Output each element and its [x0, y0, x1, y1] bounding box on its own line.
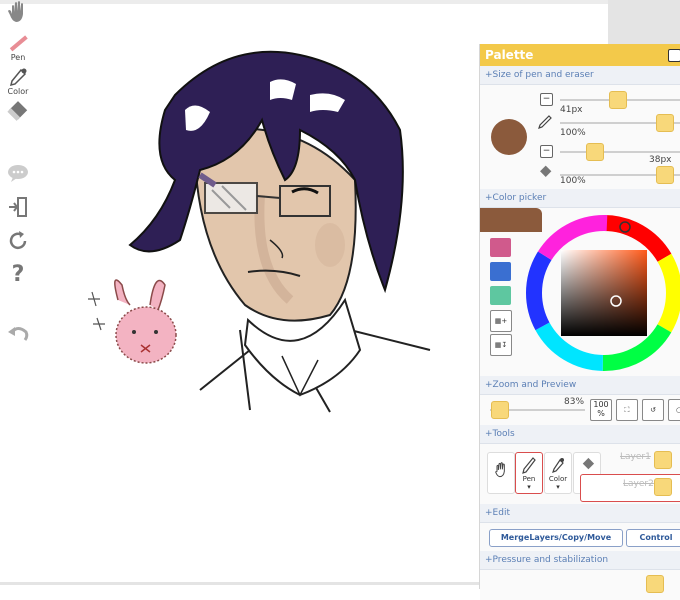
- pen-tool-box[interactable]: Pen ▾: [515, 452, 543, 494]
- swatch-settings-icon[interactable]: ▦↧: [490, 334, 512, 356]
- exit-tool[interactable]: [4, 196, 32, 218]
- pen-small-icon: [522, 457, 536, 474]
- magnifier-icon[interactable]: ○: [668, 399, 680, 421]
- swatch-teal[interactable]: [490, 286, 511, 305]
- hand-tool-box[interactable]: [487, 452, 515, 494]
- exit-door-icon: [9, 197, 27, 217]
- palette-header[interactable]: Palette: [480, 44, 680, 66]
- zoom-slider[interactable]: [491, 401, 509, 419]
- hand-small-icon: [495, 462, 505, 478]
- eraser-tool[interactable]: [4, 100, 32, 124]
- undo-tool[interactable]: [4, 322, 32, 344]
- pencil-icon: [538, 115, 552, 129]
- eraser-opacity-value: 100%: [560, 176, 586, 186]
- color-tool-box-label: Color: [548, 475, 568, 483]
- control-button[interactable]: Control: [626, 529, 680, 547]
- layer-2-opacity-slider[interactable]: [654, 478, 672, 496]
- eraser-small-icon: [540, 165, 552, 177]
- eyedropper-small-icon: [552, 458, 564, 473]
- pen-opacity-slider[interactable]: [656, 114, 674, 132]
- reload-icon: [9, 231, 27, 250]
- palette-panel: Palette +Size of pen and eraser − 41px 1…: [479, 44, 680, 600]
- zoom-section: 83% 100 % ⛶ ↺ ○: [480, 395, 680, 425]
- layer-2-label: Layer2: [623, 479, 654, 489]
- zoom-reset-button[interactable]: 100 %: [590, 399, 612, 421]
- merge-layers-button[interactable]: MergeLayers/Copy/Move: [489, 529, 623, 547]
- color-picker-section-title[interactable]: +Color picker: [480, 189, 680, 208]
- color-dropdown-icon: ▾: [556, 483, 560, 491]
- speech-bubble-icon: [8, 165, 28, 182]
- pen-tool[interactable]: Pen: [4, 34, 32, 62]
- pen-size-value: 41px: [560, 105, 583, 115]
- eraser-opacity-slider[interactable]: [656, 166, 674, 184]
- pen-dropdown-icon: ▾: [527, 483, 531, 491]
- eraser-size-value: 38px: [649, 155, 672, 165]
- comment-tool[interactable]: [4, 162, 32, 184]
- eraser-size-track: [560, 151, 680, 153]
- eraser-size-slider[interactable]: [586, 143, 604, 161]
- tools-section-title[interactable]: +Tools: [480, 425, 680, 444]
- color-tool[interactable]: Color: [4, 68, 32, 96]
- size-section-title[interactable]: +Size of pen and eraser: [480, 66, 680, 85]
- current-color-circle: [491, 119, 527, 155]
- help-tool[interactable]: ?: [4, 262, 32, 287]
- layer-1-row[interactable]: Layer1: [620, 452, 651, 470]
- drawing-canvas[interactable]: [80, 40, 460, 420]
- reload-tool[interactable]: [4, 229, 32, 253]
- tools-section: Pen ▾ Color ▾ ● ▾ Layer1 Layer2: [480, 444, 680, 504]
- undo-icon: [8, 327, 29, 341]
- layer-1-opacity-slider[interactable]: [654, 451, 672, 469]
- pressure-section-title[interactable]: +Pressure and stabilization: [480, 551, 680, 570]
- layer-2-row[interactable]: Layer2: [623, 479, 654, 497]
- swatch-blue[interactable]: [490, 262, 511, 281]
- color-picker-section: ▦+ ▦↧: [480, 208, 680, 376]
- pen-tool-box-label: Pen: [522, 475, 536, 483]
- layer-1-label: Layer1: [620, 452, 651, 462]
- zoom-value: 83%: [564, 397, 585, 407]
- pen-size-decrease-button[interactable]: −: [540, 93, 553, 106]
- color-tool-label: Color: [7, 87, 29, 96]
- eraser-icon: [7, 101, 28, 121]
- palette-minimize-icon[interactable]: [668, 49, 680, 62]
- edit-section: MergeLayers/Copy/Move Control: [480, 523, 680, 551]
- zoom-section-title[interactable]: +Zoom and Preview: [480, 376, 680, 395]
- palette-title: Palette: [485, 48, 534, 62]
- hand-tool[interactable]: [4, 0, 32, 24]
- help-icon: ?: [11, 262, 25, 287]
- pen-size-slider[interactable]: [609, 91, 627, 109]
- hand-icon: [8, 1, 23, 22]
- color-wheel[interactable]: [524, 213, 680, 373]
- eraser-small-icon-2: [582, 457, 595, 470]
- left-toolbar: Pen Color ?: [0, 0, 38, 585]
- rotate-icon[interactable]: ↺: [642, 399, 664, 421]
- top-strip: [0, 0, 608, 4]
- edit-section-title[interactable]: +Edit: [480, 504, 680, 523]
- swatch-pink[interactable]: [490, 238, 511, 257]
- fit-screen-icon[interactable]: ⛶: [616, 399, 638, 421]
- pressure-slider[interactable]: [646, 575, 664, 593]
- pressure-section: [480, 570, 680, 600]
- bunny-drawing: [88, 279, 177, 364]
- eyedropper-icon: [9, 68, 27, 87]
- eraser-size-decrease-button[interactable]: −: [540, 145, 553, 158]
- pen-icon: [9, 35, 28, 52]
- pen-opacity-value: 100%: [560, 128, 586, 138]
- add-swatch-icon[interactable]: ▦+: [490, 310, 512, 332]
- size-section: − 41px 100% − 38px 100%: [480, 85, 680, 189]
- pen-tool-label: Pen: [10, 53, 26, 62]
- color-tool-box[interactable]: Color ▾: [544, 452, 572, 494]
